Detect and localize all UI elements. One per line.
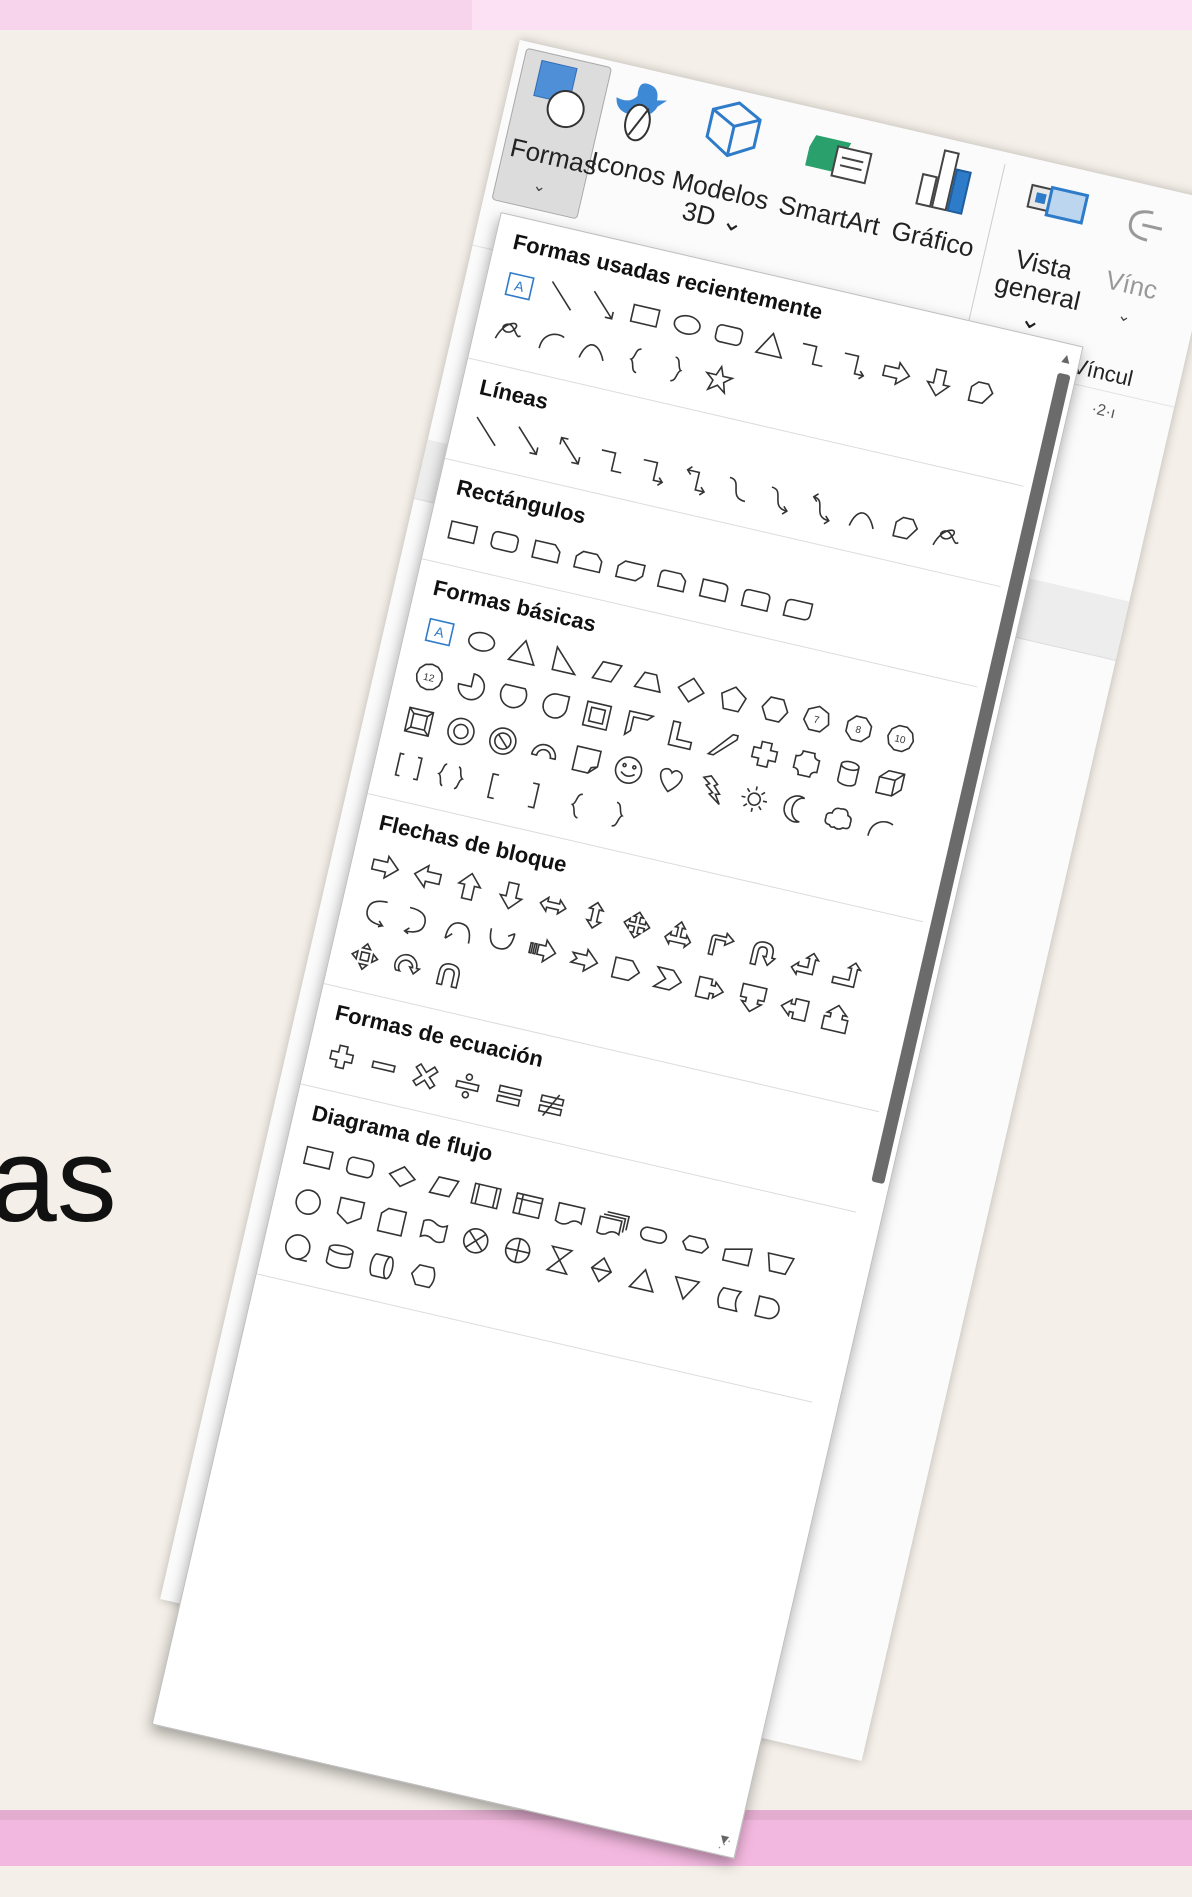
smartart-button[interactable]: SmartArt <box>773 110 905 241</box>
chart-icon <box>893 136 998 229</box>
link-icon <box>1102 184 1187 273</box>
background-slide-text: as <box>0 1113 117 1247</box>
bird-leaf-icon <box>595 67 684 157</box>
link-chevron-icon: ⌄ <box>1115 306 1133 327</box>
insert-ribbon-screenshot: Formas ⌄ Iconos Modelos 3D ⌄ SmartArt Gr… <box>129 40 1192 1897</box>
star5-shape-icon[interactable] <box>692 352 744 406</box>
svg-text:A: A <box>512 277 525 295</box>
round-diag-shape-icon[interactable] <box>771 582 823 636</box>
cube-icon <box>677 86 787 181</box>
svg-text:7: 7 <box>812 714 820 726</box>
chevron-down-icon: ⌄ <box>531 176 548 197</box>
top-banner <box>0 0 1192 30</box>
shapes-icon <box>515 54 604 144</box>
fc-delay-shape-icon[interactable] <box>742 1281 794 1335</box>
right-brace-shape-icon[interactable] <box>592 788 644 842</box>
eq-notequal-shape-icon[interactable] <box>525 1078 577 1132</box>
link-button-label: Vínc <box>1102 264 1161 306</box>
shapes-button[interactable]: Formas ⌄ <box>491 47 613 220</box>
resize-grip-icon[interactable]: ⋰ <box>717 1836 732 1852</box>
svg-text:A: A <box>433 623 446 641</box>
svg-text:12: 12 <box>421 672 435 685</box>
scroll-up-icon[interactable]: ▲ <box>1058 349 1075 368</box>
3d-models-button[interactable]: Modelos 3D ⌄ <box>663 86 787 241</box>
svg-text:10: 10 <box>893 733 907 746</box>
chart-button[interactable]: Gráfico <box>886 136 998 263</box>
svg-text:8: 8 <box>854 724 862 736</box>
up-callout-shape-icon[interactable] <box>809 991 861 1045</box>
fc-display-shape-icon[interactable] <box>397 1249 449 1303</box>
overview-icon <box>1005 162 1110 255</box>
scribble-shape-icon[interactable] <box>920 510 972 564</box>
freeform-shape-icon[interactable] <box>954 365 1006 419</box>
arc-shape-icon[interactable] <box>853 801 905 855</box>
u-arrow-shape-icon[interactable] <box>422 949 474 1003</box>
